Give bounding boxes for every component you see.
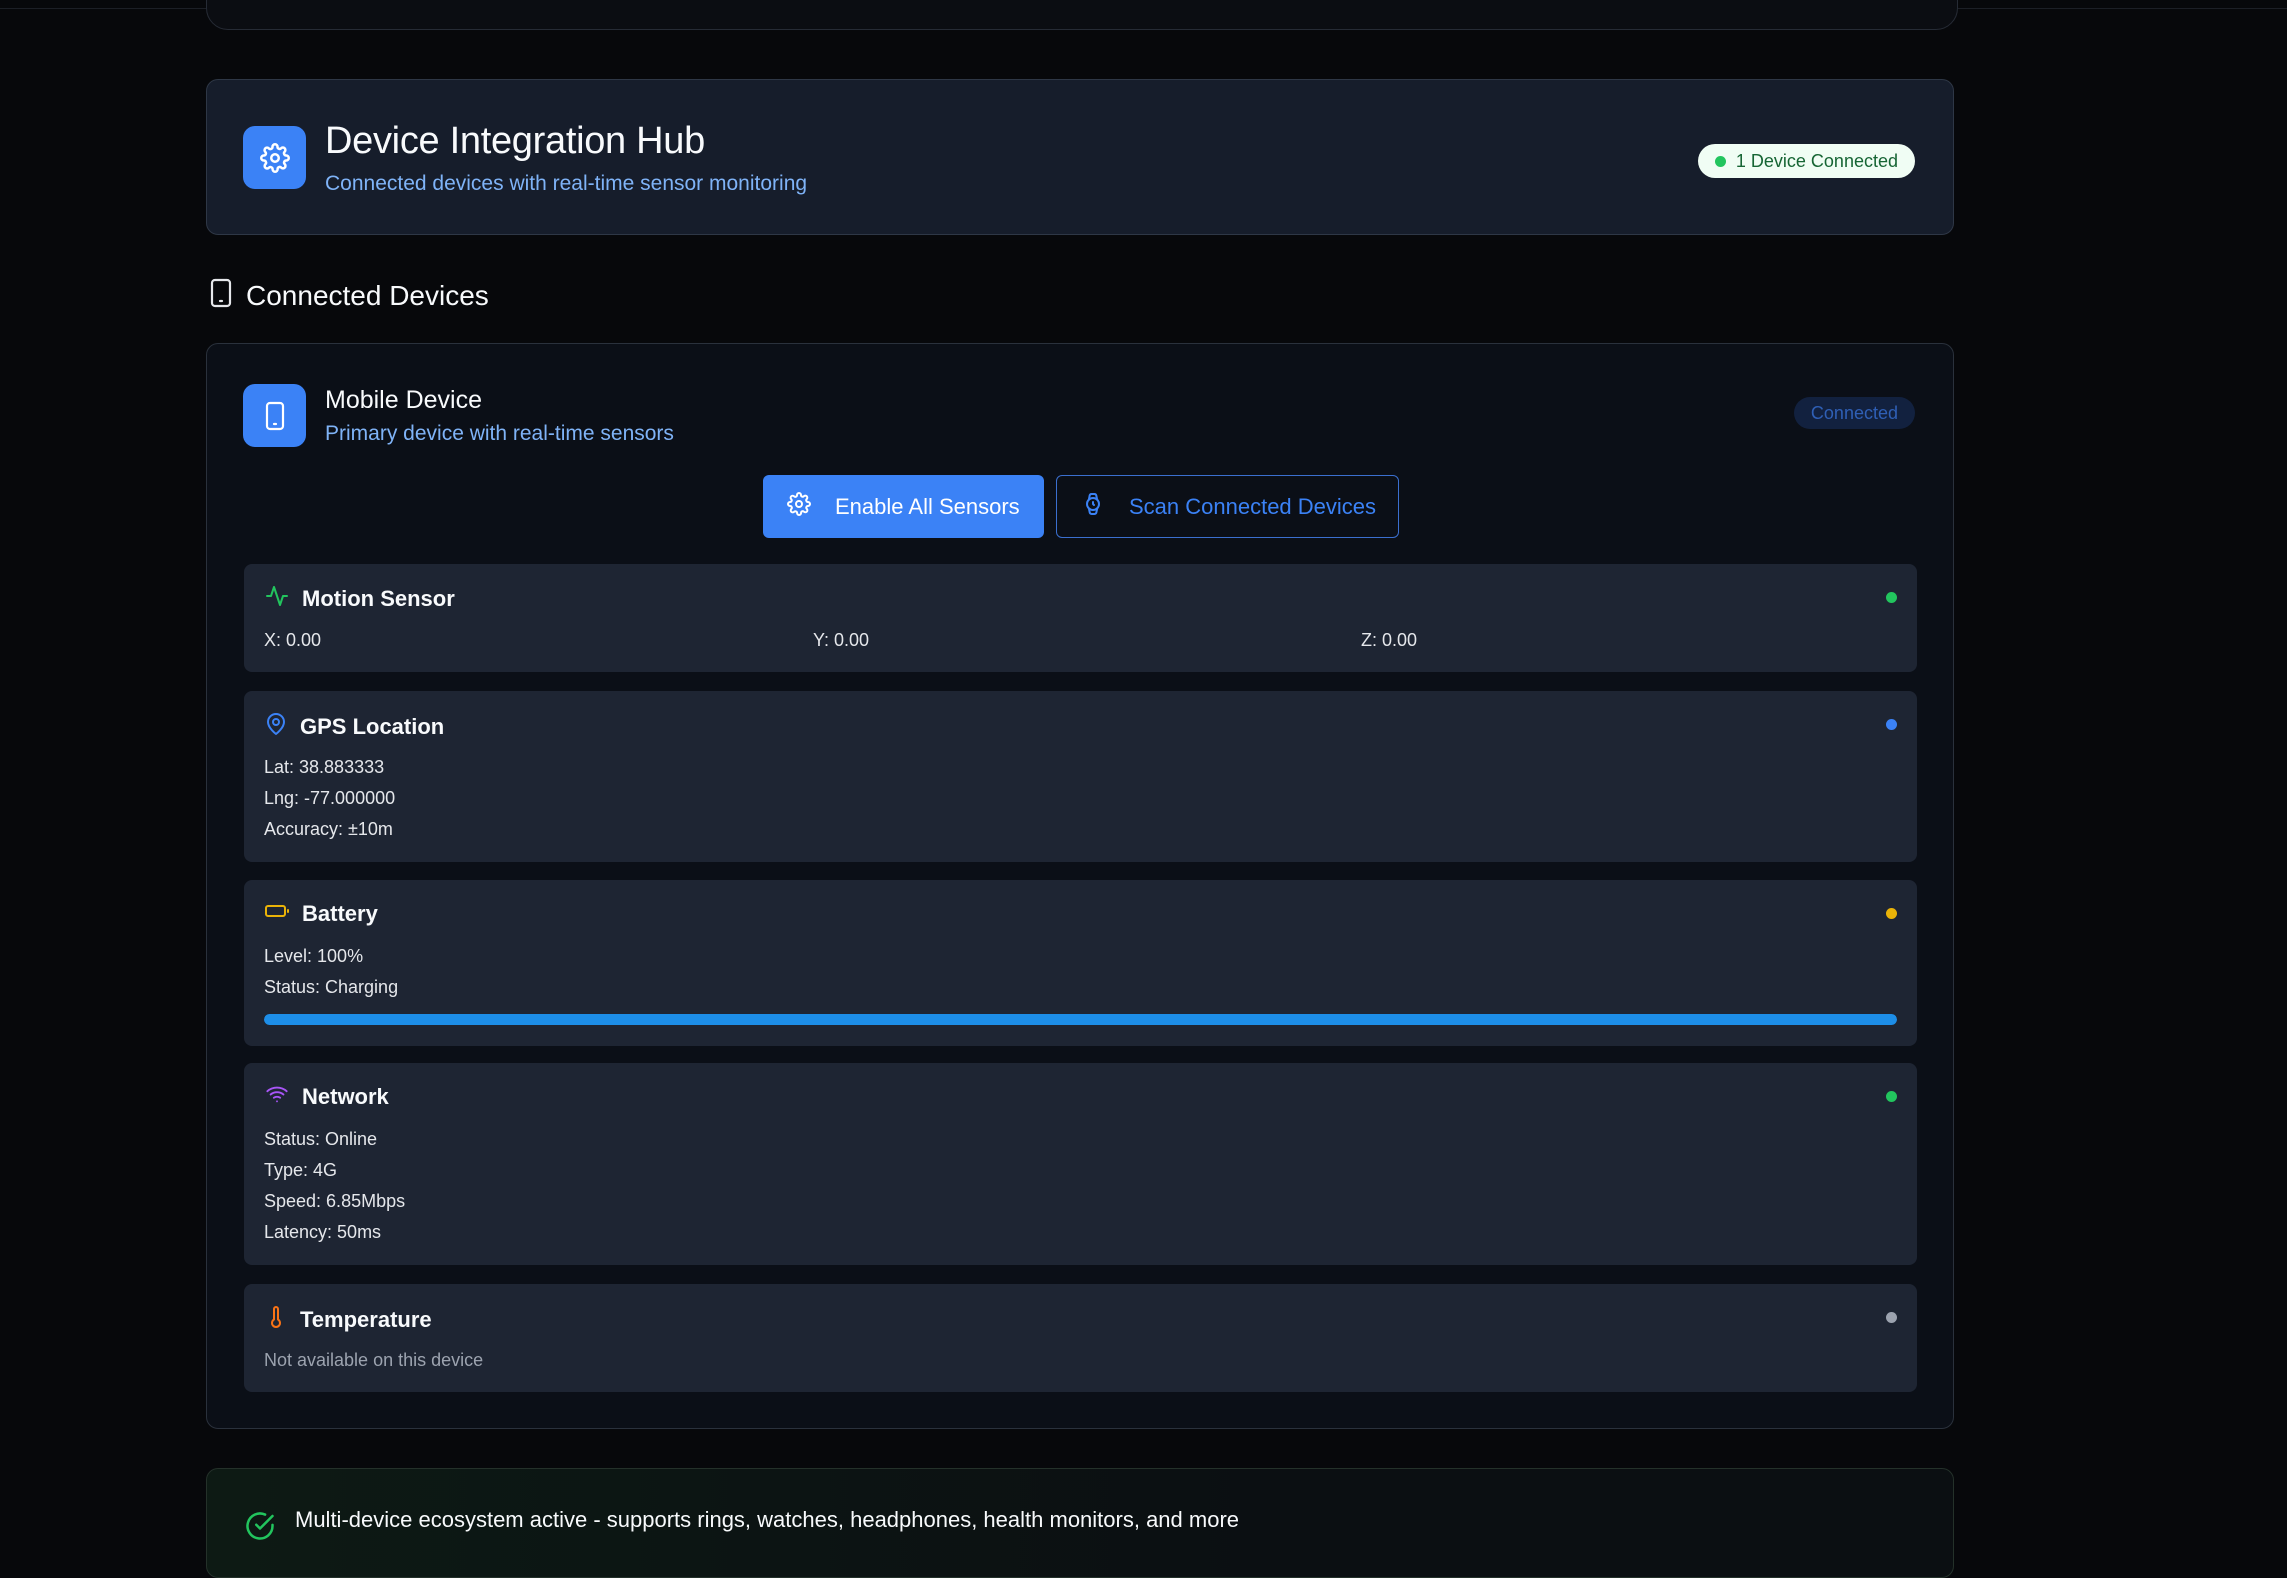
- gps-status-dot: [1886, 719, 1897, 730]
- gps-title: GPS Location: [300, 713, 445, 739]
- scan-connected-devices-label: Scan Connected Devices: [1129, 493, 1377, 519]
- activity-icon: [264, 584, 290, 613]
- previous-card: [206, 0, 1958, 30]
- network-sensor-card: Network Status: Online Type: 4G Speed: 6…: [244, 1063, 1917, 1265]
- motion-x-value: X: 0.00: [264, 630, 322, 650]
- battery-progress-bar: [264, 1014, 1897, 1025]
- temperature-status-dot: [1886, 1312, 1897, 1323]
- scan-connected-devices-button[interactable]: Scan Connected Devices: [1056, 475, 1399, 538]
- gps-accuracy: Accuracy: ±10m: [264, 819, 393, 839]
- battery-title: Battery: [302, 900, 378, 926]
- network-title: Network: [302, 1083, 389, 1109]
- enable-all-sensors-button[interactable]: Enable All Sensors: [763, 475, 1044, 538]
- device-subtitle: Primary device with real-time sensors: [325, 422, 674, 445]
- motion-z-value: Z: 0.00: [1361, 630, 1418, 650]
- thermometer-icon: [264, 1304, 288, 1335]
- gps-sensor-card: GPS Location Lat: 38.883333 Lng: -77.000…: [244, 691, 1917, 862]
- enable-all-sensors-label: Enable All Sensors: [835, 493, 1020, 519]
- battery-level: Level: 100%: [264, 946, 364, 966]
- map-pin-icon: [264, 711, 288, 742]
- battery-status-dot: [1886, 908, 1897, 919]
- page-title: Device Integration Hub: [325, 120, 705, 162]
- smartphone-icon: [243, 384, 306, 447]
- network-latency: Latency: 50ms: [264, 1222, 382, 1242]
- gear-icon: [243, 126, 306, 189]
- gps-latitude: Lat: 38.883333: [264, 757, 385, 777]
- ecosystem-status-card: Multi-device ecosystem active - supports…: [206, 1468, 1954, 1578]
- gps-longitude: Lng: -77.000000: [264, 788, 396, 808]
- motion-status-dot: [1886, 592, 1897, 603]
- hub-header-card: Device Integration Hub Connected devices…: [206, 79, 1954, 235]
- device-status-badge: Connected: [1793, 397, 1915, 429]
- motion-sensor-title: Motion Sensor: [302, 585, 455, 611]
- status-dot-icon: [1714, 156, 1726, 167]
- section-title: Connected Devices: [246, 279, 489, 311]
- network-speed: Speed: 6.85Mbps: [264, 1191, 406, 1211]
- connection-count-label: 1 Device Connected: [1735, 150, 1898, 171]
- connection-count-badge: 1 Device Connected: [1697, 144, 1915, 178]
- motion-y-value: Y: 0.00: [813, 630, 870, 650]
- battery-icon: [264, 900, 290, 927]
- network-status-dot: [1886, 1091, 1897, 1102]
- battery-sensor-card: Battery Level: 100% Status: Charging: [244, 880, 1917, 1046]
- ecosystem-status-text: Multi-device ecosystem active - supports…: [295, 1507, 1240, 1532]
- network-type: Type: 4G: [264, 1160, 338, 1180]
- temperature-title: Temperature: [300, 1306, 432, 1332]
- device-title: Mobile Device: [325, 386, 483, 414]
- watch-icon: [1081, 492, 1105, 522]
- page-subtitle: Connected devices with real-time sensor …: [325, 172, 808, 195]
- device-card: Mobile Device Primary device with real-t…: [206, 343, 1954, 1429]
- wifi-icon: [264, 1083, 290, 1110]
- section-heading: Connected Devices: [210, 278, 489, 313]
- temperature-message: Not available on this device: [264, 1350, 484, 1370]
- network-status: Status: Online: [264, 1129, 378, 1149]
- smartphone-icon: [210, 278, 232, 313]
- battery-progress-fill: [264, 1014, 1897, 1025]
- gear-icon: [787, 491, 811, 522]
- motion-sensor-card: Motion Sensor X: 0.00 Y: 0.00 Z: 0.00: [244, 564, 1917, 672]
- battery-status: Status: Charging: [264, 977, 399, 997]
- temperature-sensor-card: Temperature Not available on this device: [244, 1284, 1917, 1392]
